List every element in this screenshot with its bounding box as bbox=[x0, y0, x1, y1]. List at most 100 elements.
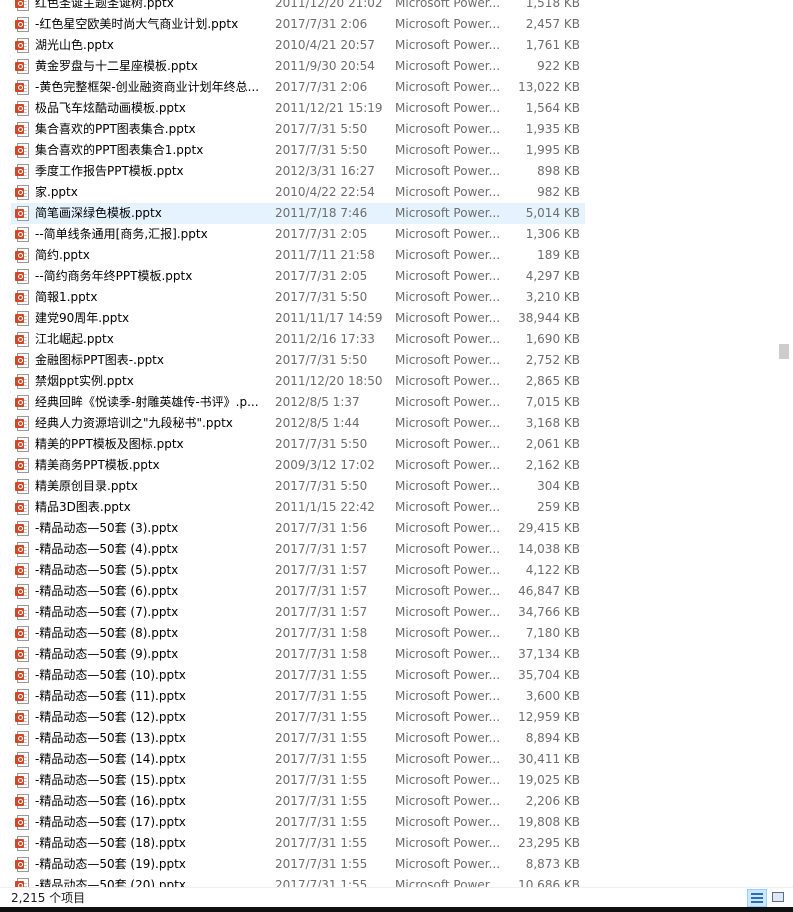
file-date-modified: 2011/12/21 15:19 bbox=[275, 101, 383, 115]
vertical-scrollbar[interactable] bbox=[775, 0, 793, 887]
file-row[interactable]: 经典人力资源培训之"九段秘书".pptx 2012/8/5 1:44 Microso… bbox=[11, 413, 585, 434]
pptx-file-icon bbox=[15, 59, 29, 74]
file-row[interactable]: 季度工作报告PPT模板.pptx 2012/3/31 16:27 Microsoft… bbox=[11, 161, 585, 182]
file-row[interactable]: 极品飞车炫酷动画模板.pptx 2011/12/21 15:19 Microsoft… bbox=[11, 98, 585, 119]
file-row[interactable]: -精品动态—50套 (6).pptx 2017/7/31 1:57 Microsof… bbox=[11, 581, 585, 602]
file-row[interactable]: 精美原创目录.pptx 2017/7/31 5:50 Microsoft Power… bbox=[11, 476, 585, 497]
file-list[interactable]: 红色圣诞主题圣诞树.pptx 2011/12/20 21:02 Microsoft … bbox=[0, 0, 775, 887]
file-name: 季度工作报告PPT模板.pptx bbox=[35, 164, 184, 178]
file-row[interactable]: 经典回眸《悦读季-射雕英雄传-书评》.p... 2012/8/5 1:37 Micr… bbox=[11, 392, 585, 413]
file-name: 简笔画深绿色模板.pptx bbox=[35, 206, 162, 220]
file-type: Microsoft Power... bbox=[395, 626, 501, 640]
file-row[interactable]: 精美的PPT模板及图标.pptx 2017/7/31 5:50 Microsoft … bbox=[11, 434, 585, 455]
file-name: 禁烟ppt实例.pptx bbox=[35, 374, 134, 388]
file-row[interactable]: 红色圣诞主题圣诞树.pptx 2011/12/20 21:02 Microsoft … bbox=[11, 0, 585, 14]
file-name: 简報1.pptx bbox=[35, 290, 98, 304]
file-date-modified: 2017/7/31 1:55 bbox=[275, 689, 368, 703]
file-row[interactable]: -精品动态—50套 (17).pptx 2017/7/31 1:55 Microso… bbox=[11, 812, 585, 833]
pptx-file-icon bbox=[15, 563, 29, 578]
file-type: Microsoft Power... bbox=[395, 311, 501, 325]
file-date-modified: 2017/7/31 1:55 bbox=[275, 752, 368, 766]
file-row[interactable]: -精品动态—50套 (9).pptx 2017/7/31 1:58 Microsof… bbox=[11, 644, 585, 665]
pptx-file-icon bbox=[15, 290, 29, 305]
file-row[interactable]: 集合喜欢的PPT图表集合1.pptx 2017/7/31 5:50 Microsof… bbox=[11, 140, 585, 161]
file-size: 46,847 KB bbox=[518, 584, 580, 598]
file-size: 3,210 KB bbox=[525, 290, 580, 304]
file-row[interactable]: 简報1.pptx 2017/7/31 5:50 Microsoft Power...… bbox=[11, 287, 585, 308]
pptx-file-icon bbox=[15, 815, 29, 830]
file-type: Microsoft Power... bbox=[395, 269, 501, 283]
file-size: 304 KB bbox=[537, 479, 580, 493]
file-name: -精品动态—50套 (11).pptx bbox=[35, 689, 186, 703]
file-size: 38,944 KB bbox=[518, 311, 580, 325]
file-date-modified: 2017/7/31 2:05 bbox=[275, 269, 368, 283]
file-date-modified: 2012/3/31 16:27 bbox=[275, 164, 375, 178]
file-type: Microsoft Power... bbox=[395, 689, 501, 703]
file-name: -精品动态—50套 (18).pptx bbox=[35, 836, 186, 850]
file-size: 29,415 KB bbox=[518, 521, 580, 535]
file-row[interactable]: 江北崛起.pptx 2011/2/16 17:33 Microsoft Power.… bbox=[11, 329, 585, 350]
file-size: 1,518 KB bbox=[525, 0, 580, 10]
file-row[interactable]: 集合喜欢的PPT图表集合.pptx 2017/7/31 5:50 Microsoft… bbox=[11, 119, 585, 140]
file-size: 10,686 KB bbox=[518, 878, 580, 887]
file-row[interactable]: 禁烟ppt实例.pptx 2011/12/20 18:50 Microsoft Po… bbox=[11, 371, 585, 392]
large-icons-view-button[interactable] bbox=[769, 889, 789, 907]
details-view-button[interactable] bbox=[747, 889, 767, 907]
file-row[interactable]: 精品3D图表.pptx 2011/1/15 22:42 Microsoft Powe… bbox=[11, 497, 585, 518]
pptx-file-icon bbox=[15, 185, 29, 200]
pptx-file-icon bbox=[15, 437, 29, 452]
file-type: Microsoft Power... bbox=[395, 38, 501, 52]
scrollbar-thumb[interactable] bbox=[779, 344, 789, 359]
file-type: Microsoft Power... bbox=[395, 878, 501, 887]
file-row[interactable]: -红色星空欧美时尚大气商业计划.pptx 2017/7/31 2:06 Micros… bbox=[11, 14, 585, 35]
file-name: 家.pptx bbox=[35, 185, 78, 199]
file-row[interactable]: --简约商务年终PPT模板.pptx 2017/7/31 2:05 Microsof… bbox=[11, 266, 585, 287]
file-row[interactable]: -精品动态—50套 (19).pptx 2017/7/31 1:55 Microso… bbox=[11, 854, 585, 875]
file-date-modified: 2017/7/31 1:55 bbox=[275, 710, 368, 724]
file-name: -精品动态—50套 (19).pptx bbox=[35, 857, 186, 871]
pptx-file-icon bbox=[15, 857, 29, 872]
file-name: 精美商务PPT模板.pptx bbox=[35, 458, 160, 472]
file-name: --简约商务年终PPT模板.pptx bbox=[35, 269, 193, 283]
file-row[interactable]: 家.pptx 2010/4/22 22:54 Microsoft Power... 9… bbox=[11, 182, 585, 203]
file-row[interactable]: 湖光山色.pptx 2010/4/21 20:57 Microsoft Power.… bbox=[11, 35, 585, 56]
file-row[interactable]: -精品动态—50套 (5).pptx 2017/7/31 1:57 Microsof… bbox=[11, 560, 585, 581]
file-row[interactable]: -精品动态—50套 (11).pptx 2017/7/31 1:55 Microso… bbox=[11, 686, 585, 707]
file-row[interactable]: -精品动态—50套 (7).pptx 2017/7/31 1:57 Microsof… bbox=[11, 602, 585, 623]
file-size: 2,457 KB bbox=[525, 17, 580, 31]
file-row[interactable]: -精品动态—50套 (15).pptx 2017/7/31 1:55 Microso… bbox=[11, 770, 585, 791]
pptx-file-icon bbox=[15, 164, 29, 179]
pptx-file-icon bbox=[15, 794, 29, 809]
file-row[interactable]: --简单线条通用[商务,汇报].pptx 2017/7/31 2:05 Micros… bbox=[11, 224, 585, 245]
file-row[interactable]: -黄色完整框架-创业融资商业计划年终总... 2017/7/31 2:06 Micr… bbox=[11, 77, 585, 98]
file-type: Microsoft Power... bbox=[395, 290, 501, 304]
file-name: 黄金罗盘与十二星座模板.pptx bbox=[35, 59, 198, 73]
file-row[interactable]: -精品动态—50套 (18).pptx 2017/7/31 1:55 Microso… bbox=[11, 833, 585, 854]
file-type: Microsoft Power... bbox=[395, 353, 501, 367]
file-date-modified: 2017/7/31 1:55 bbox=[275, 878, 368, 887]
file-type: Microsoft Power... bbox=[395, 647, 501, 661]
file-row[interactable]: 建党90周年.pptx 2011/11/17 14:59 Microsoft Pow… bbox=[11, 308, 585, 329]
file-name: 金融图标PPT图表-.pptx bbox=[35, 353, 164, 367]
file-row[interactable]: 简约.pptx 2011/7/11 21:58 Microsoft Power...… bbox=[11, 245, 585, 266]
file-date-modified: 2017/7/31 1:58 bbox=[275, 626, 368, 640]
file-row[interactable]: -精品动态—50套 (14).pptx 2017/7/31 1:55 Microso… bbox=[11, 749, 585, 770]
file-type: Microsoft Power... bbox=[395, 731, 501, 745]
file-row[interactable]: -精品动态—50套 (8).pptx 2017/7/31 1:58 Microsof… bbox=[11, 623, 585, 644]
file-size: 1,935 KB bbox=[525, 122, 580, 136]
file-row[interactable]: 黄金罗盘与十二星座模板.pptx 2011/9/30 20:54 Microsoft… bbox=[11, 56, 585, 77]
file-row[interactable]: 精美商务PPT模板.pptx 2009/3/12 17:02 Microsoft P… bbox=[11, 455, 585, 476]
file-row[interactable]: -精品动态—50套 (4).pptx 2017/7/31 1:57 Microsof… bbox=[11, 539, 585, 560]
file-name: 精美原创目录.pptx bbox=[35, 479, 138, 493]
file-row[interactable]: 简笔画深绿色模板.pptx 2011/7/18 7:46 Microsoft Pow… bbox=[11, 203, 585, 224]
file-size: 19,025 KB bbox=[518, 773, 580, 787]
file-row[interactable]: -精品动态—50套 (3).pptx 2017/7/31 1:56 Microsof… bbox=[11, 518, 585, 539]
file-row[interactable]: -精品动态—50套 (12).pptx 2017/7/31 1:55 Microso… bbox=[11, 707, 585, 728]
file-row[interactable]: -精品动态—50套 (20).pptx 2017/7/31 1:55 Microso… bbox=[11, 875, 585, 887]
file-name: 极品飞车炫酷动画模板.pptx bbox=[35, 101, 186, 115]
file-row[interactable]: -精品动态—50套 (13).pptx 2017/7/31 1:55 Microso… bbox=[11, 728, 585, 749]
pptx-file-icon bbox=[15, 101, 29, 116]
file-row[interactable]: -精品动态—50套 (16).pptx 2017/7/31 1:55 Microso… bbox=[11, 791, 585, 812]
file-row[interactable]: -精品动态—50套 (10).pptx 2017/7/31 1:55 Microso… bbox=[11, 665, 585, 686]
file-row[interactable]: 金融图标PPT图表-.pptx 2017/7/31 5:50 Microsoft P… bbox=[11, 350, 585, 371]
